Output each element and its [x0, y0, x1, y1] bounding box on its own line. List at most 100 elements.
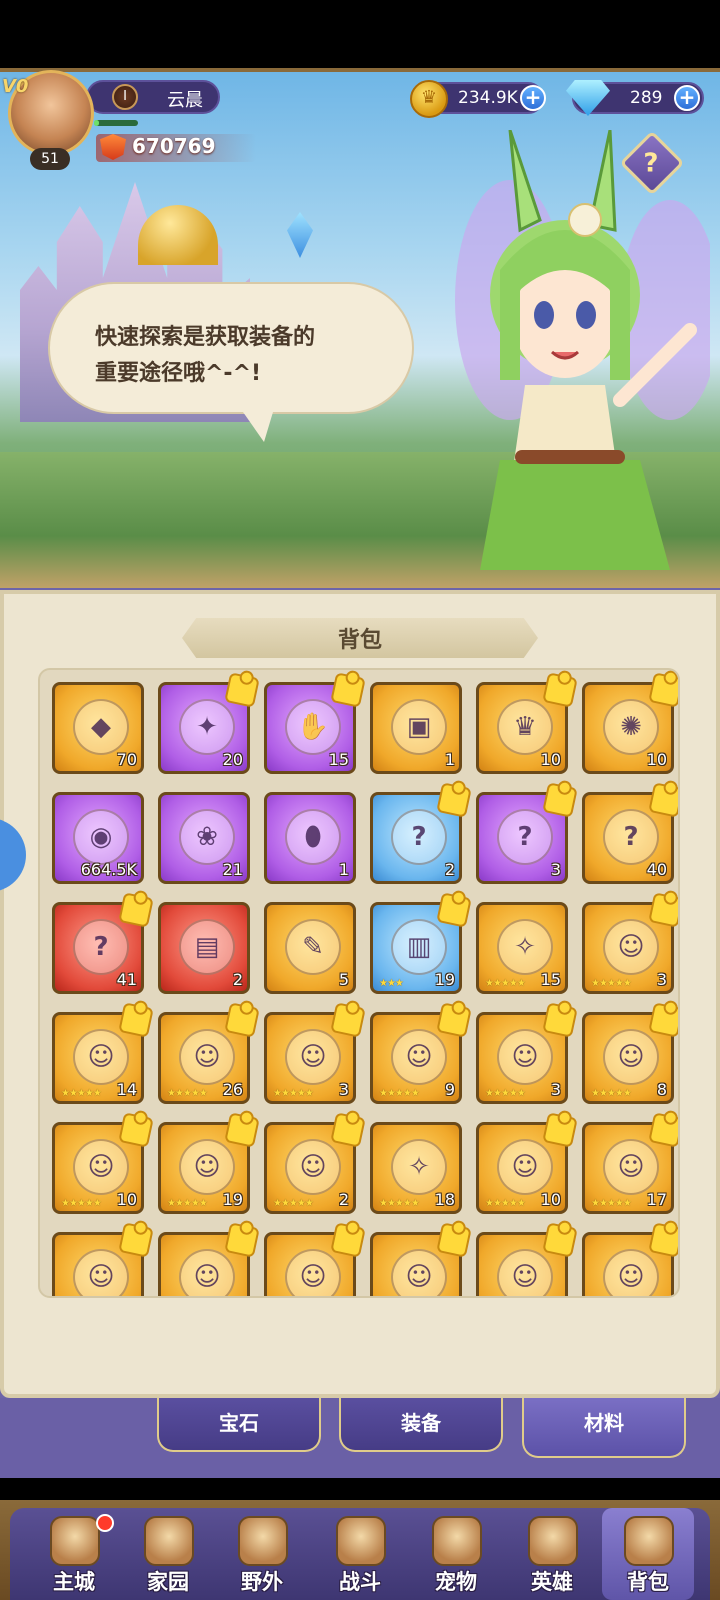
puzzle-piece-icon [648, 782, 678, 818]
paw-scroll-icon: ❀ [179, 809, 235, 865]
hero-portrait-icon: ☺ [603, 919, 659, 975]
inventory-slot[interactable]: ☺ ★★★★★ 3 [582, 892, 678, 994]
inventory-slot[interactable]: ☺ ★★★★★ 10 [476, 1112, 578, 1214]
inventory-slot[interactable]: ☺ [158, 1222, 260, 1296]
inventory-slot[interactable]: ◉ 664.5K [52, 792, 144, 884]
star-rating: ★★★★★ [167, 1198, 208, 1209]
inventory-grid-container[interactable]: ◆ 70 ✦ 20 ✋ 15 ▣ 1 ♛ 10 ✺ 10 ◉ 664.5K ❀ 21 ⬮ 1? 2? 3? 40? 41 ▤… [38, 668, 680, 1298]
inventory-slot[interactable]: ❀ 21 [158, 792, 250, 884]
star-rating: ★★★★★ [591, 1198, 632, 1209]
subtab-materials[interactable]: 材料 [522, 1398, 686, 1458]
inventory-slot[interactable]: ▣ 1 [370, 682, 462, 774]
inventory-slot[interactable]: ☺ [476, 1222, 578, 1296]
xp-progress-bar [94, 120, 138, 126]
item-count: 5 [338, 970, 349, 989]
subtab-equipment[interactable]: 装备 [339, 1398, 503, 1452]
spell-book-icon: ▤ [179, 919, 235, 975]
inventory-slot[interactable]: ▥ ★★★ 19 [370, 892, 472, 994]
nav-item-battle[interactable]: 战斗 [314, 1508, 406, 1600]
hero-fragment-icon: ✧ [391, 1139, 447, 1195]
purple-hand-icon: ✋ [285, 699, 341, 755]
item-count: 10 [646, 750, 667, 769]
puzzle-piece-icon [648, 892, 678, 928]
star-rating: ★★★★★ [591, 1088, 632, 1099]
item-count: 21 [222, 860, 243, 879]
star-rating: ★★★ [379, 978, 404, 989]
inventory-slot[interactable]: ☺ ★★★★★ 9 [370, 1002, 472, 1104]
inventory-slot[interactable]: ☺ ★★★★★ 3 [264, 1002, 366, 1104]
rune-stone-icon: ◉ [73, 809, 129, 865]
vip-level-label[interactable]: V0 [2, 76, 28, 97]
puzzle-piece-icon [224, 1112, 260, 1148]
inventory-slot[interactable]: ☺ ★★★★★ 8 [582, 1002, 678, 1104]
star-rating: ★★★★★ [273, 1198, 314, 1209]
puzzle-piece-icon [118, 1222, 154, 1258]
item-count: 8 [656, 1080, 667, 1099]
inventory-slot[interactable]: ☺ ★★★★★ 26 [158, 1002, 260, 1104]
inventory-slot[interactable]: ✎ 5 [264, 902, 356, 994]
item-count: 3 [550, 860, 561, 879]
star-rating: ★★★★★ [167, 1088, 208, 1099]
add-gold-button[interactable]: + [520, 85, 546, 111]
inventory-slot[interactable]: ? 40 [582, 782, 678, 884]
add-gems-button[interactable]: + [674, 85, 700, 111]
inventory-slot[interactable]: ? 2 [370, 782, 472, 884]
nav-item-home[interactable]: 家园 [122, 1508, 214, 1600]
inventory-slot[interactable]: ☺ [52, 1222, 154, 1296]
nav-item-wild[interactable]: 野外 [216, 1508, 308, 1600]
inventory-slot[interactable]: ☺ [370, 1222, 472, 1296]
inventory-slot[interactable]: ✧ ★★★★★ 18 [370, 1122, 462, 1214]
inventory-slot[interactable]: ◆ 70 [52, 682, 144, 774]
hero-portrait-icon: ☺ [497, 1029, 553, 1085]
nav-item-pets[interactable]: 宠物 [410, 1508, 502, 1600]
hero-fragment-icon: ✧ [497, 919, 553, 975]
inventory-slot[interactable]: ✋ 15 [264, 672, 366, 774]
inventory-slot[interactable]: ? 41 [52, 892, 154, 994]
inventory-slot[interactable]: ☺ [264, 1222, 366, 1296]
inventory-slot[interactable]: ▤ 2 [158, 902, 250, 994]
inventory-slot[interactable]: ☺ ★★★★★ 2 [264, 1112, 366, 1214]
item-count: 20 [222, 750, 243, 769]
puzzle-piece-icon [436, 1002, 472, 1038]
inventory-slot[interactable]: ☺ ★★★★★ 19 [158, 1112, 260, 1214]
inventory-slot[interactable]: ♛ 10 [476, 672, 578, 774]
inventory-slot[interactable]: ✺ 10 [582, 672, 678, 774]
inventory-slot[interactable]: ☺ ★★★★★ 10 [52, 1112, 154, 1214]
item-count: 2 [444, 860, 455, 879]
mystery-pet-icon: ? [603, 809, 659, 865]
inventory-slot[interactable]: ⬮ 1 [264, 792, 356, 884]
star-rating: ★★★★★ [273, 1088, 314, 1099]
puzzle-piece-icon [542, 1002, 578, 1038]
gem-amount: 289 [630, 88, 663, 108]
inventory-slot[interactable]: ☺ [582, 1222, 678, 1296]
inventory-slot[interactable]: ☺ ★★★★★ 17 [582, 1112, 678, 1214]
hero-portrait-icon: ☺ [73, 1139, 129, 1195]
hero-portrait-icon: ☺ [285, 1139, 341, 1195]
puzzle-piece-icon [224, 672, 260, 708]
inventory-slot[interactable]: ☺ ★★★★★ 14 [52, 1002, 154, 1104]
nav-item-heroes[interactable]: 英雄 [506, 1508, 598, 1600]
subtab-gems[interactable]: 宝石 [157, 1398, 321, 1452]
player-level-badge: 51 [30, 148, 70, 170]
nav-label: 家园 [147, 1570, 189, 1594]
item-count: 10 [540, 1190, 561, 1209]
puzzle-piece-icon [330, 1002, 366, 1038]
star-rating: ★★★★★ [61, 1088, 102, 1099]
inventory-slot[interactable]: ✧ ★★★★★ 15 [476, 902, 568, 994]
item-count: 3 [550, 1080, 561, 1099]
puzzle-piece-icon [118, 892, 154, 928]
inventory-slot[interactable]: ✦ 20 [158, 672, 260, 774]
inventory-slot[interactable]: ? 3 [476, 782, 578, 884]
panel-title: 背包 [337, 628, 382, 653]
puzzle-piece-icon [118, 1002, 154, 1038]
gold-amount: 234.9K [458, 88, 518, 108]
item-count: 10 [540, 750, 561, 769]
inventory-slot[interactable]: ☺ ★★★★★ 3 [476, 1002, 578, 1104]
guide-dialog-line-1: 快速探索是获取装备的 [95, 325, 316, 350]
gold-orb-icon: ✺ [603, 699, 659, 755]
gold-crown-icon: ♛ [497, 699, 553, 755]
puzzle-piece-icon [330, 1112, 366, 1148]
guide-dialog-text: 快速探索是获取装备的 重要途径哦^-^! [95, 320, 395, 392]
puzzle-piece-icon [648, 1222, 678, 1258]
nav-item-backpack[interactable]: 背包 [602, 1508, 694, 1600]
